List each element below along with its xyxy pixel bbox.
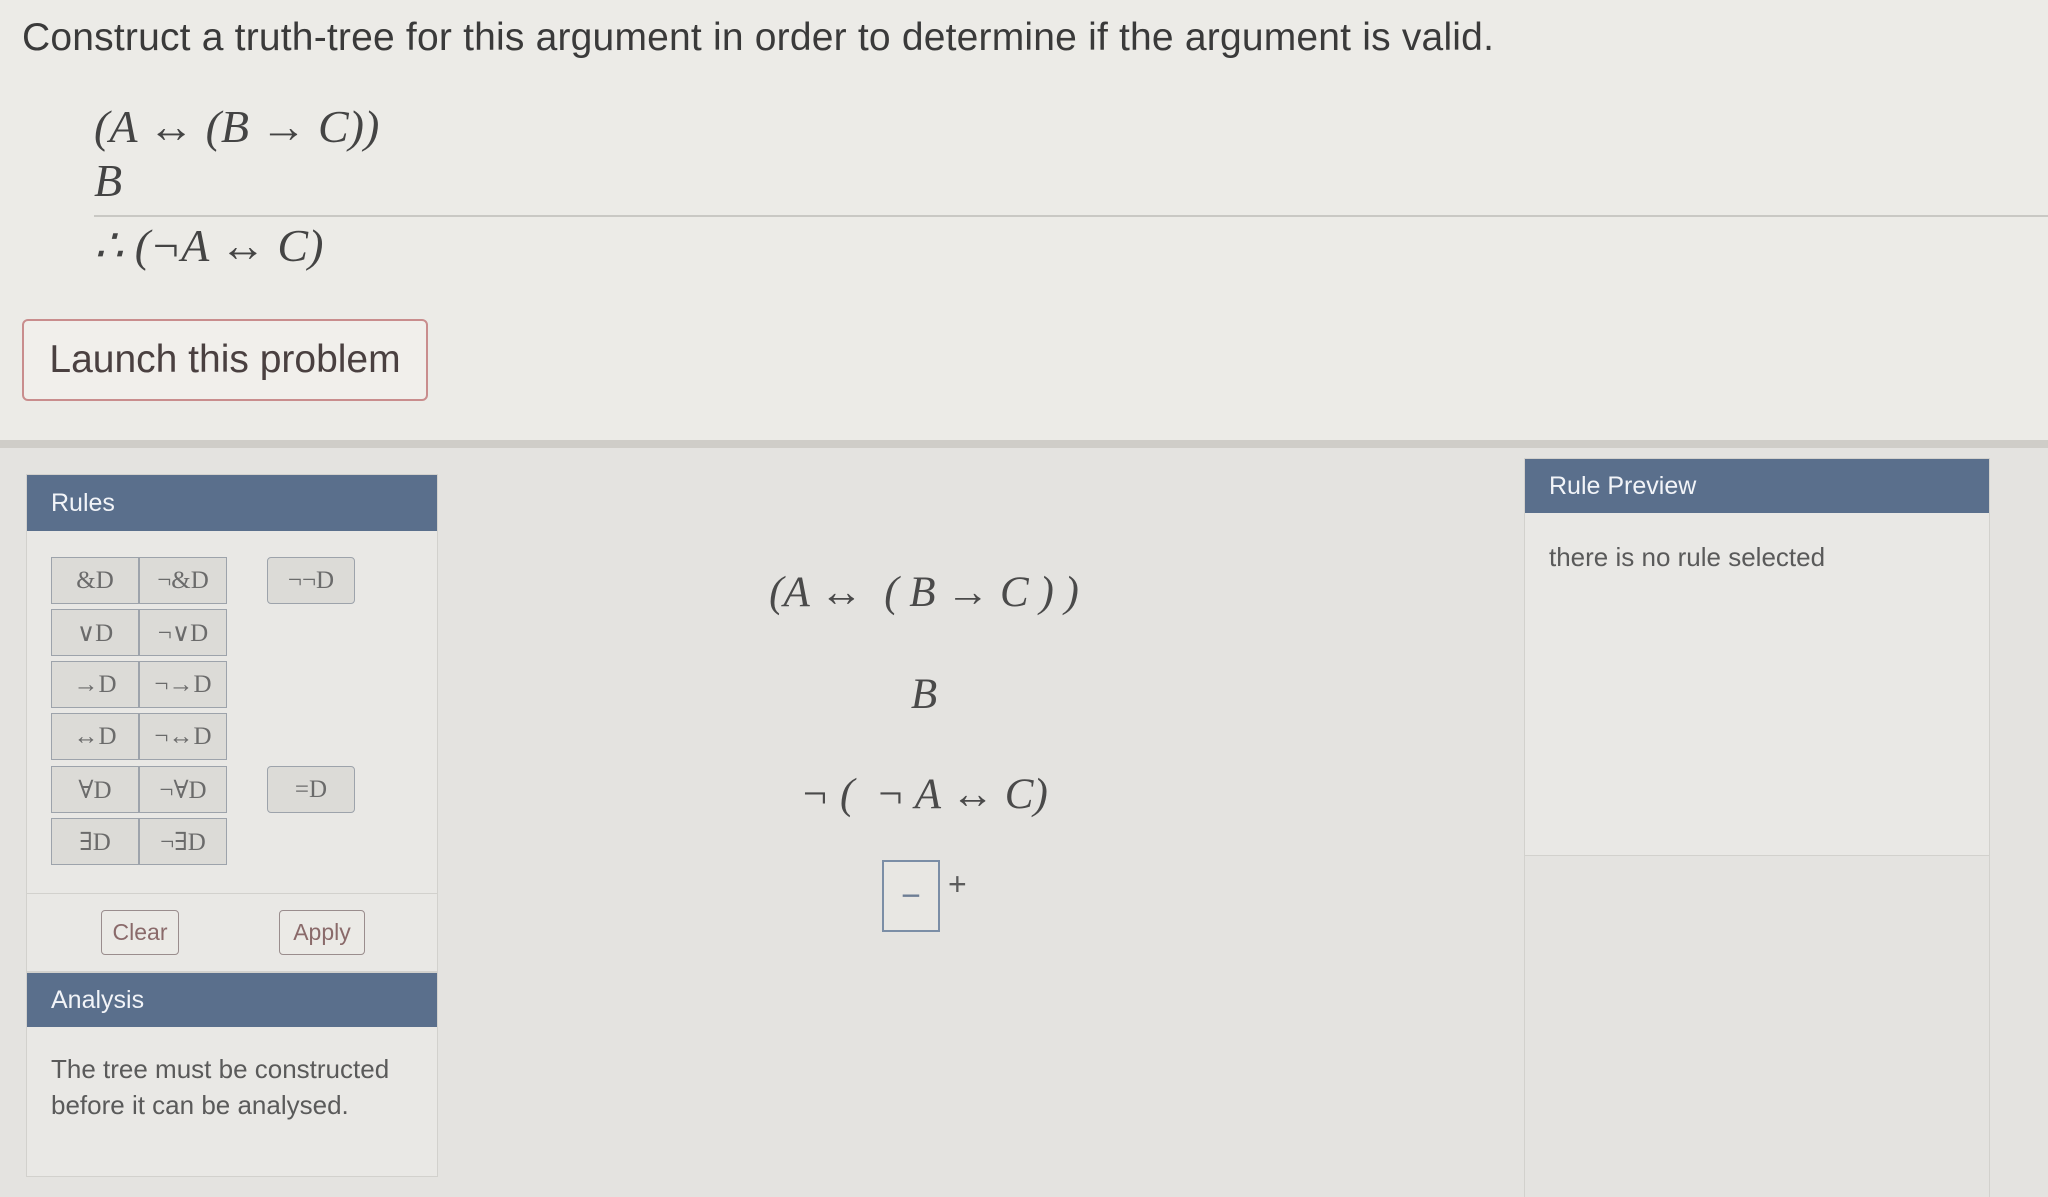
rule-negated-conditional-decomposition[interactable]: ¬→D — [139, 661, 227, 708]
rule-double-negation-decomposition[interactable]: ¬¬D — [267, 557, 355, 604]
tree-node-negated-conclusion[interactable]: ¬ ( ¬ A ↔ C) — [700, 770, 1148, 819]
rule-and-decomposition[interactable]: &D — [51, 557, 139, 604]
rule-negated-or-decomposition[interactable]: ¬∨D — [139, 609, 227, 656]
section-divider — [0, 440, 2048, 448]
rule-biconditional-decomposition[interactable]: ↔D — [51, 713, 139, 760]
truth-tree-workspace: Rules &D ¬&D ¬¬D ∨D ¬∨D →D ¬→D ↔D ¬↔D ∀D… — [0, 448, 2048, 1197]
analysis-message: The tree must be constructed before it c… — [51, 1054, 390, 1120]
rules-panel-title: Rules — [27, 475, 437, 531]
right-column-background — [1524, 856, 1990, 1197]
rule-negated-existential-decomposition[interactable]: ¬∃D — [139, 818, 227, 865]
premise-1: (A ↔ (B → C)) — [94, 101, 380, 152]
conclusion-divider — [94, 215, 2048, 217]
rule-conditional-decomposition[interactable]: →D — [51, 661, 139, 708]
rule-negated-and-decomposition[interactable]: ¬&D — [139, 557, 227, 604]
tree-node-premise-2[interactable]: B — [700, 670, 1148, 719]
instruction-text: Construct a truth-tree for this argument… — [22, 16, 1495, 59]
rule-existential-decomposition[interactable]: ∃D — [51, 818, 139, 865]
rule-preview-message: there is no rule selected — [1549, 542, 1826, 572]
rules-panel: Rules &D ¬&D ¬¬D ∨D ¬∨D →D ¬→D ↔D ¬↔D ∀D… — [26, 474, 438, 894]
rule-universal-decomposition[interactable]: ∀D — [51, 766, 139, 813]
analysis-panel-title: Analysis — [27, 973, 437, 1027]
rule-negated-universal-decomposition[interactable]: ¬∀D — [139, 766, 227, 813]
apply-button[interactable]: Apply — [279, 910, 365, 955]
conclusion: ∴ (¬A ↔ C) — [94, 220, 324, 271]
tree-node-premise-1[interactable]: (A ↔ ( B → C ) ) — [700, 568, 1148, 617]
add-node-button[interactable]: + — [948, 866, 967, 903]
premise-2: B — [94, 155, 123, 206]
collapse-node-button[interactable]: − — [882, 860, 940, 932]
analysis-panel: Analysis The tree must be constructed be… — [26, 972, 438, 1177]
launch-problem-button[interactable]: Launch this problem — [22, 319, 428, 401]
rules-actions-bar: Clear Apply — [26, 894, 438, 972]
rule-or-decomposition[interactable]: ∨D — [51, 609, 139, 656]
rule-preview-panel: Rule Preview there is no rule selected — [1524, 458, 1990, 856]
rule-identity-decomposition[interactable]: =D — [267, 766, 355, 813]
question-area: Construct a truth-tree for this argument… — [0, 0, 2048, 440]
rule-preview-title: Rule Preview — [1525, 459, 1989, 513]
rule-negated-biconditional-decomposition[interactable]: ¬↔D — [139, 713, 227, 760]
clear-button[interactable]: Clear — [101, 910, 179, 955]
